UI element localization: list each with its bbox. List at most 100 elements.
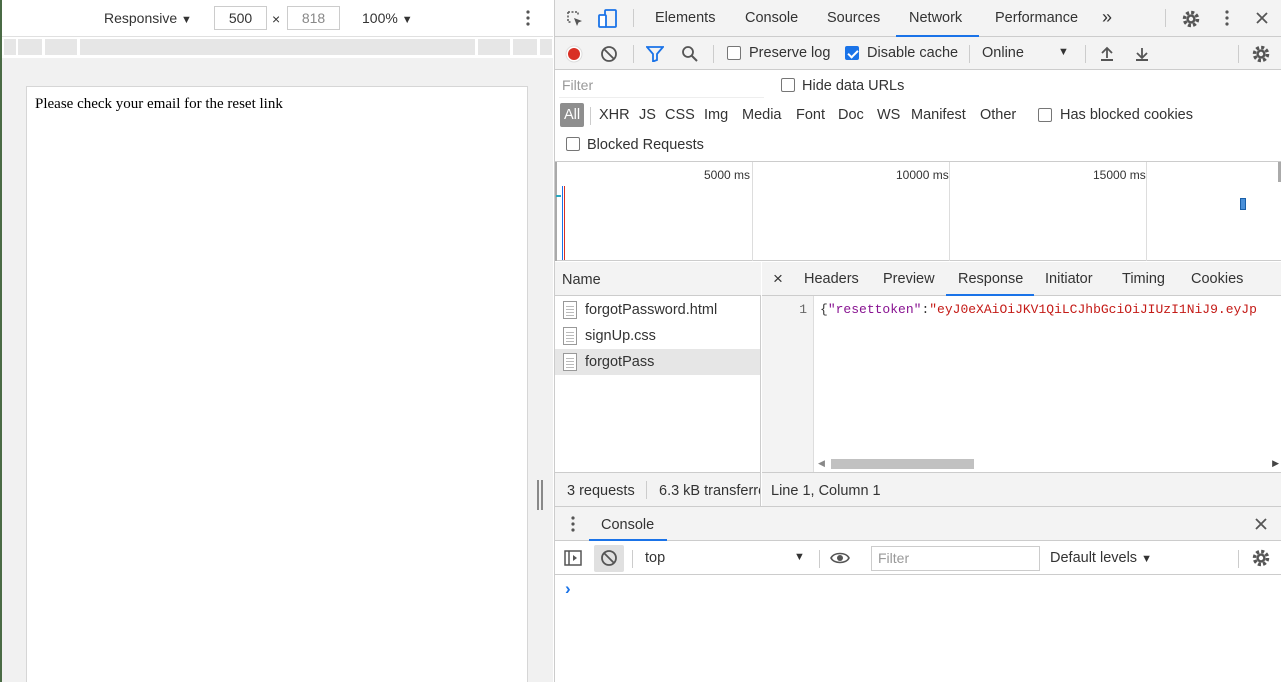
- grid-line: [949, 162, 950, 261]
- tab-response[interactable]: Response: [958, 271, 1023, 287]
- request-row-selected[interactable]: forgotPass: [555, 349, 760, 375]
- import-har-icon[interactable]: [1097, 44, 1117, 64]
- emulated-page: Please check your email for the reset li…: [26, 86, 528, 682]
- close-devtools-icon[interactable]: [1252, 8, 1272, 28]
- disable-cache-checkbox[interactable]: [845, 46, 859, 60]
- export-har-icon[interactable]: [1132, 44, 1152, 64]
- horizontal-scrollbar[interactable]: ◀ ▶: [815, 457, 1281, 471]
- tab-preview[interactable]: Preview: [883, 271, 935, 287]
- type-filter-media[interactable]: Media: [742, 107, 782, 123]
- live-expression-eye-icon[interactable]: [829, 548, 851, 568]
- hide-data-urls-checkbox[interactable]: [781, 78, 795, 92]
- timeline-left-handle[interactable]: [555, 162, 557, 261]
- load-event-marker: [564, 186, 565, 260]
- zoom-select[interactable]: 100% ▼: [362, 10, 413, 26]
- has-blocked-cookies-checkbox[interactable]: [1038, 108, 1052, 122]
- ruler-segment[interactable]: [540, 39, 552, 55]
- request-row[interactable]: forgotPassword.html: [555, 297, 760, 323]
- throttling-select[interactable]: Online: [982, 45, 1024, 61]
- tab-headers[interactable]: Headers: [804, 271, 859, 287]
- ruler-segment[interactable]: [80, 39, 475, 55]
- request-row[interactable]: signUp.css: [555, 323, 760, 349]
- tab-timing[interactable]: Timing: [1122, 271, 1165, 287]
- scrollbar-thumb[interactable]: [831, 459, 974, 469]
- kebab-menu-icon[interactable]: [1217, 8, 1237, 28]
- ruler-segment[interactable]: [18, 39, 42, 55]
- hide-data-urls-label: Hide data URLs: [802, 78, 905, 94]
- type-filter-js[interactable]: JS: [639, 107, 656, 123]
- preserve-log-checkbox[interactable]: [727, 46, 741, 60]
- close-details-icon[interactable]: ×: [773, 269, 783, 289]
- type-filter-xhr[interactable]: XHR: [599, 107, 630, 123]
- network-overview-timeline[interactable]: 5000 ms 10000 ms 15000 ms: [555, 162, 1281, 261]
- settings-gear-icon[interactable]: [1180, 8, 1202, 30]
- caret-down-icon: ▼: [401, 14, 413, 26]
- tab-sources[interactable]: Sources: [827, 10, 880, 26]
- tab-network[interactable]: Network: [909, 10, 962, 26]
- tab-console-drawer[interactable]: Console: [601, 517, 654, 533]
- context-select[interactable]: top: [645, 550, 665, 566]
- drawer-menu-icon[interactable]: [565, 516, 581, 532]
- sidebar-toggle-icon[interactable]: [563, 548, 583, 568]
- console-settings-icon[interactable]: [1250, 547, 1272, 569]
- filter-bar: Filter Hide data URLs All XHR JS CSS Img…: [555, 70, 1281, 162]
- request-list-header[interactable]: Name: [555, 262, 761, 296]
- log-levels-select[interactable]: Default levels ▼: [1050, 550, 1152, 566]
- caret-down-icon[interactable]: ▼: [1058, 46, 1069, 58]
- reset-message: Please check your email for the reset li…: [35, 96, 283, 112]
- resize-handle[interactable]: [537, 480, 543, 510]
- type-filter-manifest[interactable]: Manifest: [911, 107, 966, 123]
- search-icon[interactable]: [680, 44, 700, 64]
- type-filter-img[interactable]: Img: [704, 107, 728, 123]
- scroll-right-icon[interactable]: ▶: [1272, 458, 1279, 469]
- separator: [819, 550, 820, 568]
- separator: [969, 45, 970, 63]
- type-filter-ws[interactable]: WS: [877, 107, 900, 123]
- tab-performance[interactable]: Performance: [995, 10, 1078, 26]
- height-input[interactable]: 818: [287, 6, 340, 30]
- ruler-segment[interactable]: [4, 39, 16, 55]
- caret-down-icon[interactable]: ▼: [794, 551, 805, 563]
- device-mode-select[interactable]: Responsive ▼: [104, 10, 192, 26]
- filter-funnel-icon[interactable]: [645, 44, 665, 64]
- media-query-ruler[interactable]: [2, 37, 553, 58]
- tab-console[interactable]: Console: [745, 10, 798, 26]
- clear-console-button[interactable]: [594, 545, 624, 572]
- close-drawer-icon[interactable]: [1252, 515, 1270, 533]
- timeline-label-10000: 10000 ms: [896, 168, 949, 182]
- device-toggle-icon[interactable]: [597, 8, 619, 30]
- details-statusbar: Line 1, Column 1: [762, 472, 1281, 506]
- more-options-icon[interactable]: [518, 8, 538, 28]
- type-filter-font[interactable]: Font: [796, 107, 825, 123]
- cursor-position: Line 1, Column 1: [771, 483, 881, 499]
- ruler-segment[interactable]: [513, 39, 537, 55]
- tab-cookies[interactable]: Cookies: [1191, 271, 1243, 287]
- tab-initiator[interactable]: Initiator: [1045, 271, 1093, 287]
- type-filter-css[interactable]: CSS: [665, 107, 695, 123]
- type-filter-doc[interactable]: Doc: [838, 107, 864, 123]
- ruler-segment[interactable]: [478, 39, 510, 55]
- request-bar: [1240, 198, 1246, 210]
- filter-input[interactable]: Filter: [559, 73, 764, 98]
- active-tab-indicator: [589, 539, 667, 541]
- blocked-requests-checkbox[interactable]: [566, 137, 580, 151]
- width-input[interactable]: 500: [214, 6, 267, 30]
- tab-elements[interactable]: Elements: [655, 10, 715, 26]
- record-icon[interactable]: [564, 44, 584, 64]
- separator: [632, 550, 633, 568]
- clear-icon: [600, 549, 618, 567]
- type-filter-other[interactable]: Other: [980, 107, 1016, 123]
- more-tabs-icon[interactable]: »: [1102, 7, 1112, 28]
- inspect-element-icon[interactable]: [565, 9, 585, 29]
- type-filter-all[interactable]: All: [560, 103, 584, 127]
- console-prompt-icon[interactable]: ›: [565, 579, 571, 599]
- grid-line: [752, 162, 753, 261]
- ruler-segment[interactable]: [45, 39, 77, 55]
- response-body[interactable]: {"resettoken":"eyJ0eXAiOiJKV1QiLCJhbGciO…: [820, 302, 1280, 317]
- console-filter-input[interactable]: Filter: [871, 546, 1040, 571]
- scroll-left-icon[interactable]: ◀: [818, 458, 825, 469]
- disable-cache-label: Disable cache: [867, 45, 959, 61]
- separator: [1085, 45, 1086, 63]
- network-settings-icon[interactable]: [1250, 43, 1272, 65]
- clear-icon[interactable]: [599, 44, 619, 64]
